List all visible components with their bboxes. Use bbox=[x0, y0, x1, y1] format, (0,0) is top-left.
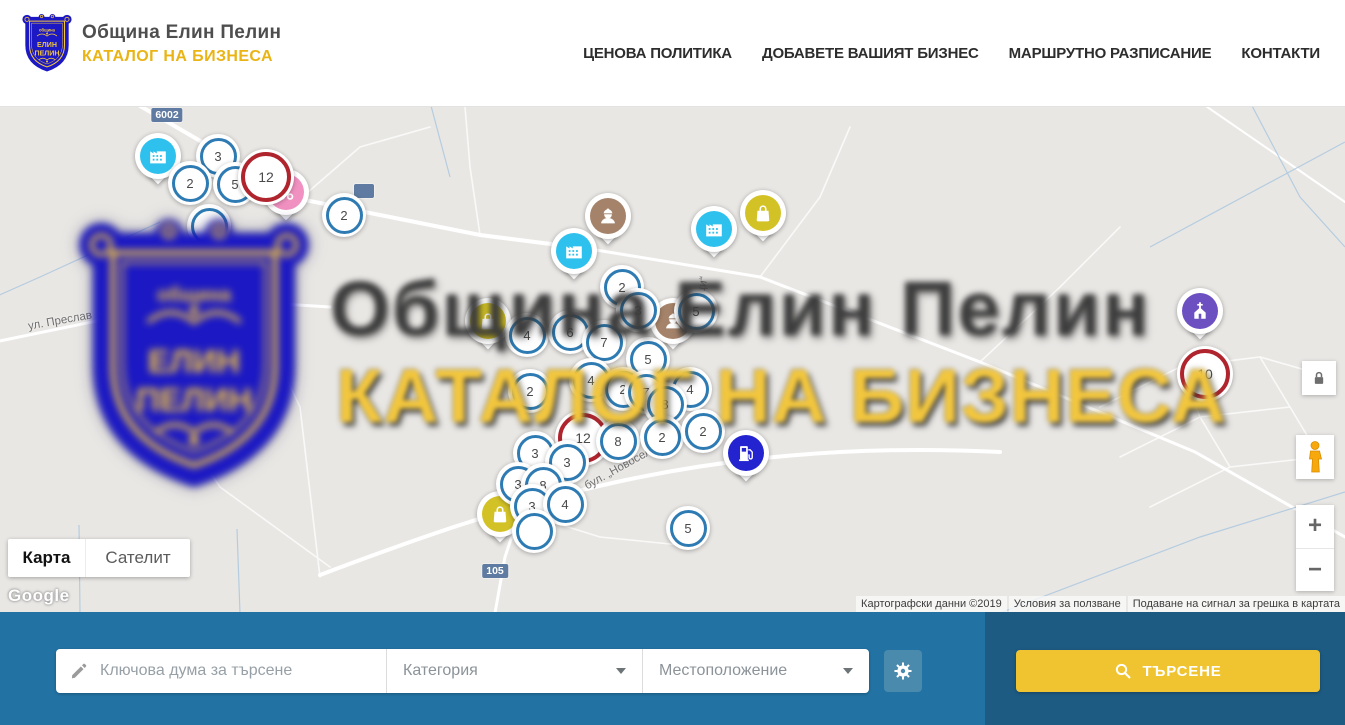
attribution-data: Картографски данни ©2019 bbox=[856, 596, 1007, 612]
zoom-out-button[interactable]: − bbox=[1296, 548, 1334, 592]
keyword-search-input[interactable] bbox=[98, 661, 372, 681]
location-select[interactable]: Местоположение bbox=[642, 649, 869, 693]
chevron-down-icon bbox=[616, 668, 626, 674]
category-select-value: Категория bbox=[403, 662, 478, 680]
search-button[interactable]: ТЪРСЕНЕ bbox=[1016, 650, 1320, 692]
pin-factory[interactable] bbox=[691, 206, 737, 264]
cluster-marker[interactable]: 12 bbox=[238, 149, 294, 205]
cluster-count: 2 bbox=[699, 424, 706, 439]
pegman-icon bbox=[1303, 440, 1327, 474]
cluster-count: 4 bbox=[561, 497, 568, 512]
cluster-count: 5 bbox=[692, 304, 699, 319]
cluster-count: 7 bbox=[600, 335, 607, 350]
factory-icon bbox=[563, 240, 585, 262]
pin-church[interactable] bbox=[1177, 288, 1223, 346]
map-attribution: Картографски данни ©2019 Условия за полз… bbox=[856, 596, 1345, 612]
cluster-count: 2 bbox=[186, 176, 193, 191]
factory-icon bbox=[147, 145, 169, 167]
bag-icon bbox=[477, 310, 499, 332]
bag-icon bbox=[752, 202, 774, 224]
cluster-count: 6 bbox=[566, 325, 573, 340]
search-panel: Категория Местоположение bbox=[0, 612, 1345, 725]
cluster-count: 5 bbox=[684, 521, 691, 536]
site-logo[interactable]: община ЕЛИН ПЕЛИН Община Елин Пелин КАТА… bbox=[22, 12, 281, 76]
search-button-label: ТЪРСЕНЕ bbox=[1142, 663, 1221, 680]
cluster-count: 3 bbox=[531, 446, 538, 461]
chevron-down-icon bbox=[843, 668, 853, 674]
cluster-count: 8 bbox=[661, 397, 668, 412]
cluster-count: 4 bbox=[587, 373, 594, 388]
cluster-marker[interactable]: 2 bbox=[681, 409, 725, 453]
zoom-control: + − bbox=[1296, 505, 1334, 591]
cluster-marker[interactable] bbox=[512, 509, 556, 553]
cluster-count: 2 bbox=[658, 430, 665, 445]
cluster-count: 3 bbox=[214, 149, 221, 164]
lock-control[interactable] bbox=[1302, 361, 1336, 395]
cluster-count: 3 bbox=[634, 303, 641, 318]
cluster-marker[interactable]: 2 bbox=[508, 369, 552, 413]
nav-item-add-business[interactable]: ДОБАВЕТЕ ВАШИЯТ БИЗНЕС bbox=[762, 45, 979, 62]
church-icon bbox=[1189, 300, 1211, 322]
cluster-count: 12 bbox=[258, 169, 274, 185]
worker-icon bbox=[597, 205, 619, 227]
logo-title: Община Елин Пелин bbox=[82, 22, 281, 44]
pegman-control[interactable] bbox=[1296, 435, 1334, 479]
cluster-marker[interactable]: 10 bbox=[1177, 346, 1233, 402]
zoom-in-button[interactable]: + bbox=[1296, 505, 1334, 548]
svg-text:община: община bbox=[39, 28, 56, 33]
cluster-count: 2 bbox=[526, 384, 533, 399]
search-fields: Категория Местоположение bbox=[56, 649, 869, 693]
cluster-count: 2 bbox=[340, 208, 347, 223]
factory-icon bbox=[703, 218, 725, 240]
logo-subtitle: КАТАЛОГ НА БИЗНЕСА bbox=[82, 48, 281, 66]
cluster-marker[interactable]: 5 bbox=[666, 506, 710, 550]
gear-icon bbox=[892, 660, 914, 682]
google-logo[interactable]: Google bbox=[8, 586, 70, 606]
main-nav: ЦЕНОВА ПОЛИТИКА ДОБАВЕТЕ ВАШИЯТ БИЗНЕС М… bbox=[583, 0, 1320, 106]
keyword-field-wrap bbox=[56, 649, 386, 693]
advanced-settings-button[interactable] bbox=[884, 650, 922, 692]
cluster-count: 4 bbox=[686, 382, 693, 397]
pin-bag[interactable] bbox=[740, 190, 786, 248]
lock-icon bbox=[1309, 368, 1329, 388]
bag-icon bbox=[489, 503, 511, 525]
cluster-count: 10 bbox=[1197, 366, 1213, 382]
cluster-count: 4 bbox=[523, 328, 530, 343]
fuel-icon bbox=[735, 442, 757, 464]
nav-item-contacts[interactable]: КОНТАКТИ bbox=[1241, 45, 1320, 62]
cluster-marker[interactable]: 3 bbox=[616, 288, 660, 332]
cluster-marker[interactable] bbox=[187, 204, 231, 248]
cluster-count: 3 bbox=[563, 455, 570, 470]
map-type-satellite-button[interactable]: Сателит bbox=[85, 539, 190, 577]
municipality-crest-icon: община ЕЛИН ПЕЛИН bbox=[22, 12, 72, 76]
map-type-control: Карта Сателит bbox=[8, 539, 190, 577]
cluster-marker[interactable]: 2 bbox=[168, 161, 212, 205]
search-icon bbox=[1114, 662, 1132, 680]
cluster-marker[interactable]: 4 bbox=[505, 313, 549, 357]
nav-item-route-schedule[interactable]: МАРШРУТНО РАЗПИСАНИЕ bbox=[1009, 45, 1212, 62]
location-select-value: Местоположение bbox=[659, 662, 787, 680]
attribution-report-link[interactable]: Подаване на сигнал за грешка в картата bbox=[1128, 596, 1345, 612]
svg-text:ПЕЛИН: ПЕЛИН bbox=[35, 49, 60, 57]
cluster-count: 8 bbox=[614, 434, 621, 449]
map-canvas[interactable]: 6002105ул. Преславбул. „Новоселци“ 32512… bbox=[0, 107, 1345, 612]
attribution-terms-link[interactable]: Условия за ползване bbox=[1009, 596, 1126, 612]
cluster-marker[interactable]: 2 bbox=[640, 415, 684, 459]
cluster-marker[interactable]: 2 bbox=[322, 193, 366, 237]
pin-factory[interactable] bbox=[551, 228, 597, 286]
cluster-marker[interactable]: 8 bbox=[596, 419, 640, 463]
cluster-marker[interactable]: 5 bbox=[674, 289, 718, 333]
category-select[interactable]: Категория bbox=[386, 649, 642, 693]
nav-item-pricing[interactable]: ЦЕНОВА ПОЛИТИКА bbox=[583, 45, 732, 62]
site-header: община ЕЛИН ПЕЛИН Община Елин Пелин КАТА… bbox=[0, 0, 1345, 107]
pin-bag[interactable] bbox=[465, 298, 511, 356]
svg-text:ЕЛИН: ЕЛИН bbox=[37, 41, 57, 49]
cluster-count: 5 bbox=[644, 352, 651, 367]
pencil-icon bbox=[70, 662, 88, 680]
map-type-map-button[interactable]: Карта bbox=[8, 539, 85, 577]
pin-fuel[interactable] bbox=[723, 430, 769, 488]
